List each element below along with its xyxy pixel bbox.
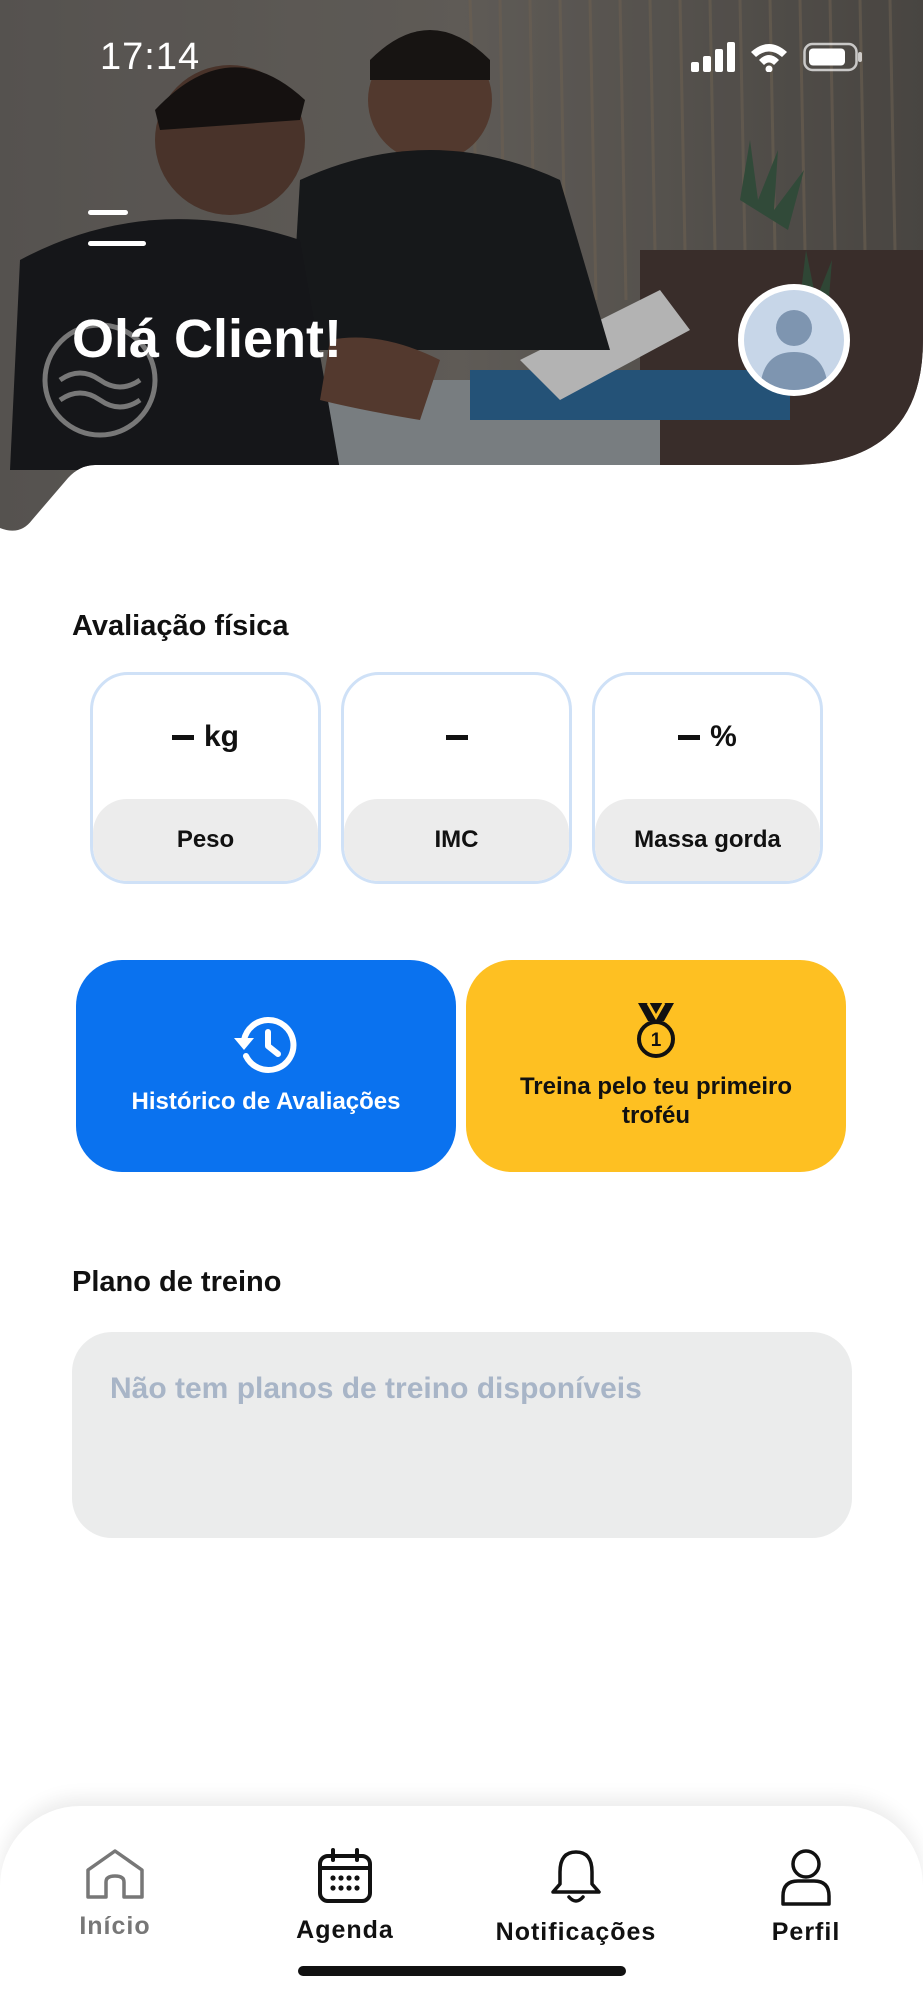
metric-empty-dash xyxy=(171,734,194,740)
metric-unit: kg xyxy=(203,720,239,753)
status-icons xyxy=(691,42,863,72)
battery-icon xyxy=(803,42,862,72)
greeting-title: Olá Client! xyxy=(72,309,343,369)
training-plan-title: Plano de treino xyxy=(72,1266,282,1298)
history-label: Histórico de Avaliações xyxy=(131,1087,401,1115)
evaluation-history-button[interactable]: Histórico de Avaliações xyxy=(76,960,456,1172)
trophy-label: Treina pelo teu primeiro troféu xyxy=(519,1073,793,1129)
home-icon xyxy=(86,1849,144,1899)
nav-label: Agenda xyxy=(296,1916,394,1944)
metric-unit: % xyxy=(710,720,737,753)
calendar-icon xyxy=(318,1848,372,1903)
evaluation-title: Avaliação física xyxy=(72,610,289,642)
nav-label: Início xyxy=(79,1912,151,1940)
metric-empty-dash xyxy=(678,734,701,740)
evaluation-metrics: kg Peso IMC % Massa gorda xyxy=(90,672,823,884)
training-plan-empty-box: Não tem planos de treino disponíveis xyxy=(72,1332,852,1538)
wifi-icon xyxy=(751,44,787,72)
metric-value: kg xyxy=(93,675,318,799)
metric-card-weight[interactable]: kg Peso xyxy=(90,672,321,884)
nav-item-agenda[interactable]: Agenda xyxy=(245,1848,445,1945)
medal-icon: 1 xyxy=(637,1002,675,1059)
avatar-placeholder-icon xyxy=(744,290,844,390)
nav-item-notificacoes[interactable]: Notificações xyxy=(476,1848,676,1947)
medal-number: 1 xyxy=(651,1030,662,1051)
bell-icon xyxy=(551,1850,601,1903)
first-trophy-button[interactable]: 1 Treina pelo teu primeiro troféu xyxy=(466,960,846,1172)
metric-label: IMC xyxy=(344,799,569,881)
metric-value xyxy=(344,675,569,799)
metric-card-imc[interactable]: IMC xyxy=(341,672,572,884)
metric-value: % xyxy=(595,675,820,799)
hero-photo xyxy=(0,0,923,531)
avatar[interactable] xyxy=(738,284,850,396)
home-indicator xyxy=(298,1966,626,1976)
nav-item-perfil[interactable]: Perfil xyxy=(706,1848,906,1947)
nav-label: Notificações xyxy=(495,1918,657,1946)
action-buttons: Histórico de Avaliações 1 Treina pelo te… xyxy=(76,960,846,1172)
metric-empty-dash xyxy=(445,734,468,740)
metric-card-body-fat[interactable]: % Massa gorda xyxy=(592,672,823,884)
status-time: 17:14 xyxy=(100,36,201,78)
metric-label: Peso xyxy=(93,799,318,881)
nav-label: Perfil xyxy=(771,1918,841,1946)
menu-line xyxy=(88,210,128,215)
user-icon xyxy=(781,1849,831,1906)
nav-item-inicio[interactable]: Início xyxy=(15,1848,215,1941)
header-hero: 17:14 Olá Client! xyxy=(0,0,923,540)
history-icon xyxy=(234,1016,297,1073)
training-plan-empty-message: Não tem planos de treino disponíveis xyxy=(110,1372,642,1405)
metric-label: Massa gorda xyxy=(595,799,820,881)
menu-line xyxy=(88,241,146,246)
signal-icon xyxy=(691,42,735,72)
menu-button[interactable] xyxy=(88,210,148,246)
